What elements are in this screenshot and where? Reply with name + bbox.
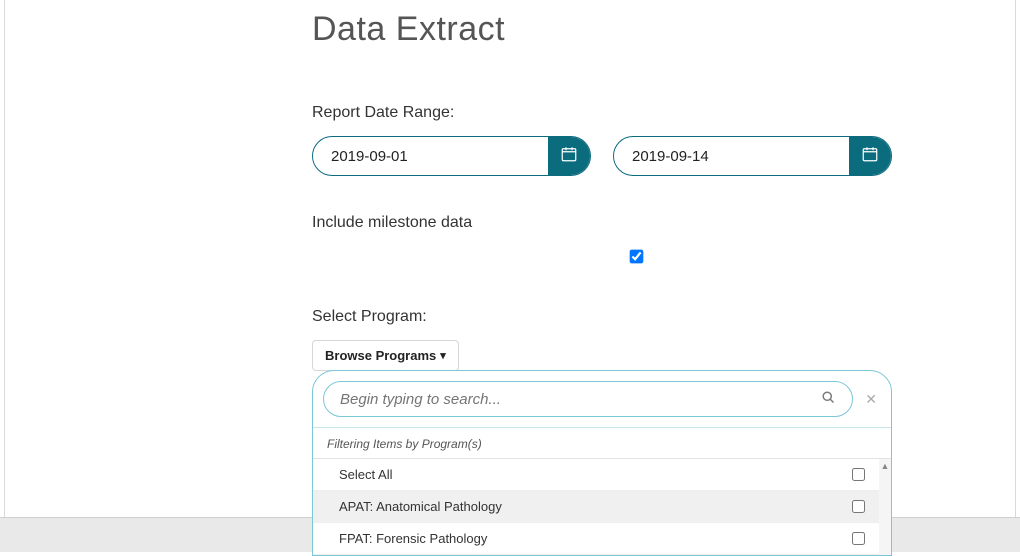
milestone-block: Include milestone data [312,214,892,268]
select-program-label: Select Program: [312,308,892,326]
program-list: Select All APAT: Anatomical Pathology FP… [313,458,891,555]
list-item-checkbox[interactable] [852,532,865,545]
list-item-checkbox[interactable] [852,500,865,513]
program-search-input[interactable] [340,391,821,408]
end-date-picker [613,136,892,176]
end-date-calendar-button[interactable] [849,137,891,175]
include-milestone-label: Include milestone data [312,214,892,232]
calendar-icon [560,145,578,168]
main-content: Data Extract Report Date Range: Include … [312,10,892,371]
list-item[interactable]: FPAT: Forensic Pathology [313,523,891,555]
list-item[interactable]: Select All [313,459,891,491]
program-dropdown-panel: ✕ Filtering Items by Program(s) Select A… [312,370,892,556]
scrollbar[interactable]: ▲ [879,459,891,555]
chevron-down-icon: ▾ [440,349,446,362]
scroll-up-icon: ▲ [879,461,891,471]
list-item-checkbox[interactable] [852,468,865,481]
start-date-input[interactable] [313,137,548,175]
start-date-calendar-button[interactable] [548,137,590,175]
program-search-row: ✕ [313,371,891,427]
report-date-range-label: Report Date Range: [312,104,892,122]
end-date-input[interactable] [614,137,849,175]
include-milestone-checkbox[interactable] [630,250,644,264]
list-item-label: FPAT: Forensic Pathology [339,531,487,546]
start-date-picker [312,136,591,176]
date-range-row [312,136,892,176]
browse-programs-button[interactable]: Browse Programs ▾ [312,340,459,371]
browse-programs-label: Browse Programs [325,348,436,363]
page-title: Data Extract [312,10,892,49]
search-icon [821,390,836,409]
calendar-icon [861,145,879,168]
list-item-label: Select All [339,467,392,482]
list-item[interactable]: APAT: Anatomical Pathology [313,491,891,523]
program-search-field [323,381,853,417]
list-item-label: APAT: Anatomical Pathology [339,499,502,514]
close-icon[interactable]: ✕ [861,387,881,412]
filter-header: Filtering Items by Program(s) [313,427,891,458]
